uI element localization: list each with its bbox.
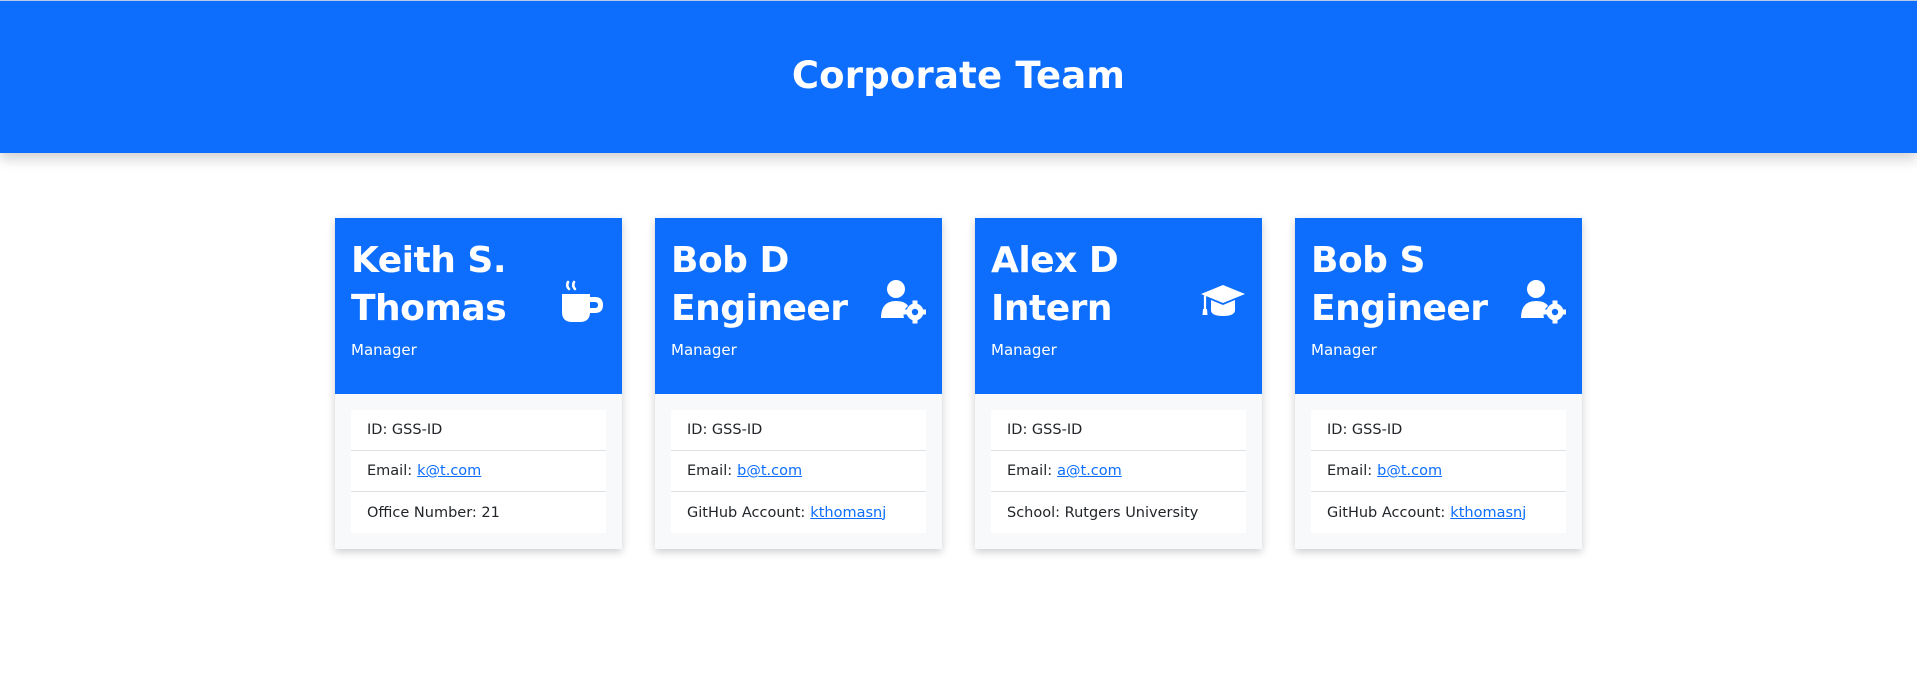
email-label: Email: [367, 463, 413, 479]
employee-name: Bob S Engineer [1311, 240, 1488, 329]
mug-icon [560, 278, 606, 324]
employee-details: ID: GSS-ID Email: k@t.com Office Number:… [351, 410, 606, 533]
page-title: Corporate Team [791, 53, 1126, 97]
employee-id: ID: GSS-ID [1311, 410, 1566, 451]
user-gear-icon [1520, 278, 1566, 324]
employee-role: Manager [1311, 341, 1377, 359]
user-gear-icon [880, 278, 926, 324]
office-number-value: 21 [481, 504, 500, 521]
employee-name: Keith S. Thomas [351, 240, 507, 329]
employee-card: Bob S Engineer Manager ID: GSS-ID Email:… [1295, 218, 1582, 549]
card-header: Alex D Intern Manager [975, 218, 1262, 394]
card-header: Keith S. Thomas Manager [335, 218, 622, 394]
github-account: GitHub Account: kthomasnj [671, 492, 926, 533]
office-number: Office Number: 21 [351, 492, 606, 533]
school: School: Rutgers University [991, 492, 1246, 533]
employee-card: Keith S. Thomas Manager ID: GSS-ID Email… [335, 218, 622, 549]
school-label: School: [1007, 504, 1061, 521]
email-link[interactable]: a@t.com [1057, 463, 1122, 479]
office-number-label: Office Number: [367, 504, 477, 521]
employee-card: Bob D Engineer Manager ID: GSS-ID Email:… [655, 218, 942, 549]
employee-details: ID: GSS-ID Email: b@t.com GitHub Account… [671, 410, 926, 533]
employee-email: Email: b@t.com [1311, 451, 1566, 492]
github-link[interactable]: kthomasnj [1450, 505, 1526, 521]
email-label: Email: [1007, 463, 1053, 479]
employee-card: Alex D Intern Manager ID: GSS-ID Email: … [975, 218, 1262, 549]
email-label: Email: [687, 463, 733, 479]
employee-details: ID: GSS-ID Email: b@t.com GitHub Account… [1311, 410, 1566, 533]
employee-email: Email: a@t.com [991, 451, 1246, 492]
employee-id: ID: GSS-ID [671, 410, 926, 451]
employee-details: ID: GSS-ID Email: a@t.com School: Rutger… [991, 410, 1246, 533]
email-label: Email: [1327, 463, 1373, 479]
employee-email: Email: k@t.com [351, 451, 606, 492]
employee-name: Alex D Intern [991, 240, 1119, 329]
employee-role: Manager [991, 341, 1057, 359]
school-value: Rutgers University [1064, 504, 1199, 521]
employee-id: ID: GSS-ID [351, 410, 606, 451]
github-label: GitHub Account: [687, 504, 806, 521]
employee-role: Manager [351, 341, 417, 359]
employee-email: Email: b@t.com [671, 451, 926, 492]
graduation-cap-icon [1200, 278, 1246, 324]
employee-role: Manager [671, 341, 737, 359]
email-link[interactable]: b@t.com [737, 463, 802, 479]
email-link[interactable]: b@t.com [1377, 463, 1442, 479]
github-label: GitHub Account: [1327, 504, 1446, 521]
github-link[interactable]: kthomasnj [810, 505, 886, 521]
employee-id: ID: GSS-ID [991, 410, 1246, 451]
page-header: Corporate Team [0, 0, 1917, 153]
email-link[interactable]: k@t.com [417, 463, 481, 479]
card-header: Bob S Engineer Manager [1295, 218, 1582, 394]
card-header: Bob D Engineer Manager [655, 218, 942, 394]
employee-name: Bob D Engineer [671, 240, 848, 329]
github-account: GitHub Account: kthomasnj [1311, 492, 1566, 533]
